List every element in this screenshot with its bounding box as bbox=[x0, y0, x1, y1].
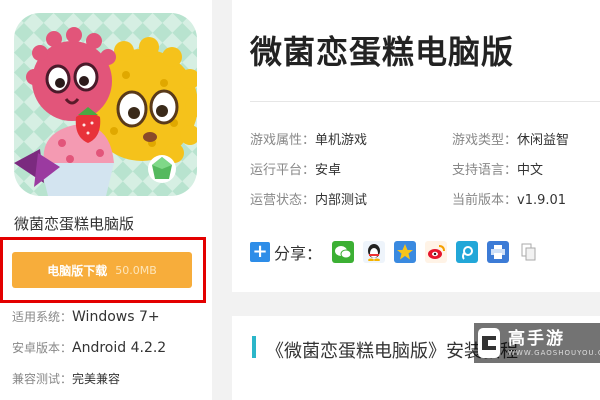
app-icon-artwork bbox=[14, 13, 197, 196]
meta-android-key: 安卓版本： bbox=[12, 341, 73, 355]
download-button[interactable]: 电脑版下载 50.0MB bbox=[12, 252, 192, 288]
meta-os-value: Windows 7+ bbox=[72, 309, 160, 325]
qq-icon[interactable] bbox=[363, 241, 386, 263]
watermark-brand: 高手游 bbox=[508, 328, 565, 349]
left-panel: 微菌恋蛋糕电脑版 电脑版下载 50.0MB 适用系统：Windows 7+ 安卓… bbox=[0, 0, 212, 400]
meta-android: 安卓版本：Android 4.2.2 bbox=[12, 339, 166, 356]
plus-icon[interactable]: + bbox=[250, 242, 270, 262]
attr-language: 支持语言：中文 bbox=[452, 159, 543, 178]
attr-value: v1.9.01 bbox=[517, 193, 567, 208]
attr-version: 当前版本：v1.9.01 bbox=[452, 189, 566, 208]
attr-key: 游戏属性： bbox=[250, 133, 316, 148]
wechat-icon[interactable] bbox=[332, 241, 355, 263]
copy-icon[interactable] bbox=[518, 241, 541, 263]
meta-compat-key: 兼容测试： bbox=[12, 372, 73, 386]
attr-key: 游戏类型： bbox=[452, 133, 518, 148]
watermark-text: 高手游 WWW.GAOSHOUYOU.COM bbox=[508, 328, 600, 357]
attr-game-type: 游戏类型：休闲益智 bbox=[452, 129, 569, 148]
meta-android-value: Android 4.2.2 bbox=[72, 340, 167, 356]
qzone-icon[interactable] bbox=[394, 241, 417, 263]
attr-status: 运营状态：内部测试 bbox=[250, 189, 367, 208]
download-label: 电脑版下载 bbox=[47, 263, 108, 278]
attr-key: 运行平台： bbox=[250, 163, 316, 178]
accent-bar bbox=[252, 336, 256, 358]
attr-key: 当前版本： bbox=[452, 193, 518, 208]
app-icon[interactable] bbox=[14, 13, 197, 196]
share-label: 分享： bbox=[274, 244, 323, 263]
attr-key: 支持语言： bbox=[452, 163, 518, 178]
attr-value: 安卓 bbox=[315, 163, 342, 178]
meta-compat-value: 完美兼容 bbox=[72, 372, 121, 386]
attr-value: 内部测试 bbox=[315, 193, 368, 208]
print-icon[interactable] bbox=[487, 241, 510, 263]
tencent-weibo-icon[interactable] bbox=[456, 241, 479, 263]
attr-value: 中文 bbox=[517, 163, 544, 178]
divider bbox=[250, 101, 600, 102]
watermark-logo-icon bbox=[478, 328, 500, 358]
attr-value: 单机游戏 bbox=[315, 133, 368, 148]
download-size: 50.0MB bbox=[115, 263, 157, 277]
attr-key: 运营状态： bbox=[250, 193, 316, 208]
watermark-url: WWW.GAOSHOUYOU.COM bbox=[508, 348, 600, 357]
meta-os: 适用系统：Windows 7+ bbox=[12, 308, 160, 325]
attr-platform: 运行平台：安卓 bbox=[250, 159, 341, 178]
share-bar: + 分享： bbox=[250, 237, 549, 267]
app-name: 微菌恋蛋糕电脑版 bbox=[14, 215, 135, 233]
meta-os-key: 适用系统： bbox=[12, 310, 73, 324]
page-title: 微菌恋蛋糕电脑版 bbox=[250, 33, 515, 71]
attr-value: 休闲益智 bbox=[517, 133, 570, 148]
game-info-card: 微菌恋蛋糕电脑版 游戏属性：单机游戏 游戏类型：休闲益智 运行平台：安卓 支持语… bbox=[232, 0, 600, 292]
weibo-icon[interactable] bbox=[425, 241, 448, 263]
meta-compat: 兼容测试：完美兼容 bbox=[12, 370, 120, 387]
watermark: 高手游 WWW.GAOSHOUYOU.COM bbox=[474, 323, 600, 363]
attr-game-property: 游戏属性：单机游戏 bbox=[250, 129, 367, 148]
